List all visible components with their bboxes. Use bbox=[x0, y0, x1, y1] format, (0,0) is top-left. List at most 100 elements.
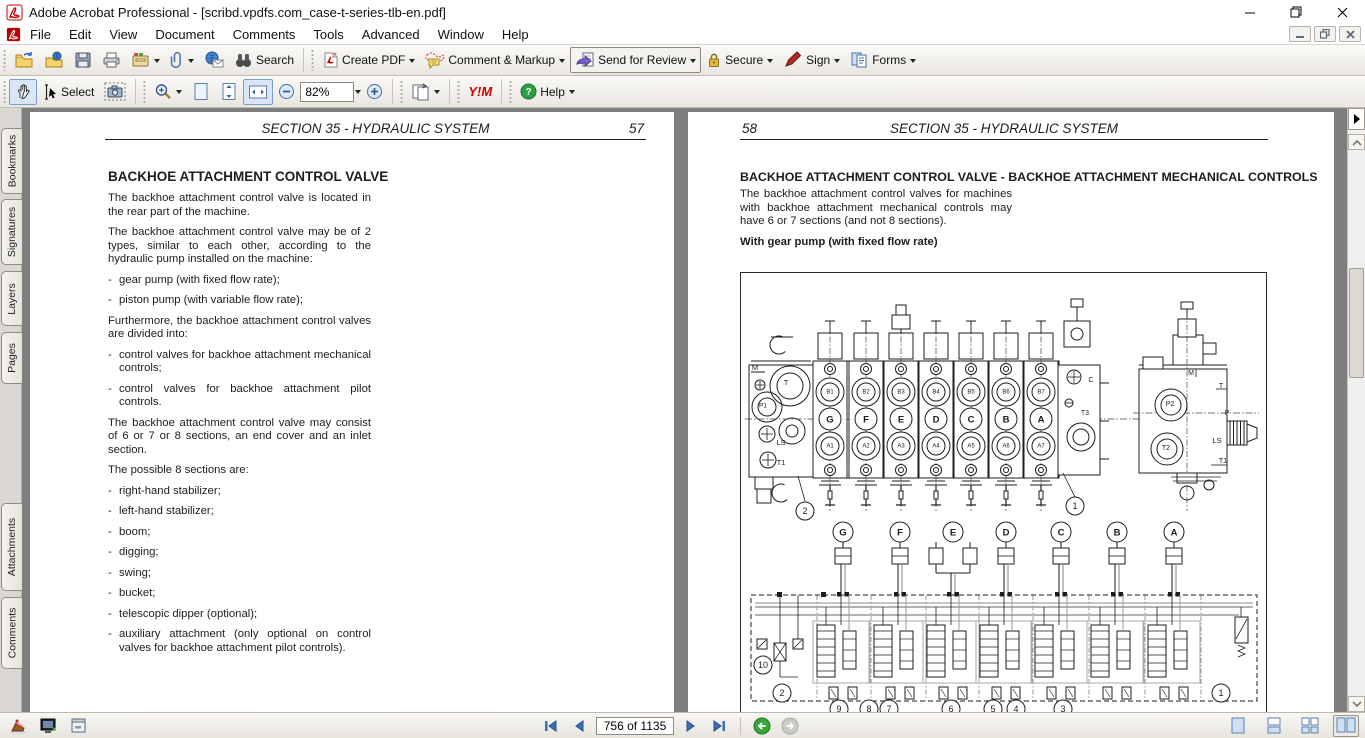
toolbar-grip[interactable] bbox=[456, 80, 461, 103]
facing-button[interactable] bbox=[1333, 715, 1359, 737]
toolbar-grip[interactable] bbox=[142, 80, 147, 103]
snapshot-button[interactable] bbox=[99, 79, 131, 105]
comment-markup-button[interactable]: Comment & Markup bbox=[420, 47, 570, 73]
send-for-review-button[interactable]: Send for Review bbox=[570, 47, 701, 73]
save-button[interactable] bbox=[69, 47, 97, 73]
close-button[interactable] bbox=[1319, 0, 1365, 24]
toolbar-grip[interactable] bbox=[2, 49, 7, 71]
continuous-facing-button[interactable] bbox=[1297, 715, 1323, 737]
menu-item-window[interactable]: Window bbox=[429, 25, 493, 44]
organizer-button[interactable] bbox=[126, 47, 165, 73]
sidebar-tab-bookmarks[interactable]: Bookmarks bbox=[1, 128, 22, 194]
sidebar-tab-label: Pages bbox=[6, 343, 18, 373]
menu-item-view[interactable]: View bbox=[100, 25, 146, 44]
menu-item-file[interactable]: File bbox=[21, 25, 60, 44]
open-button[interactable] bbox=[9, 47, 39, 73]
last-page-button[interactable] bbox=[708, 716, 730, 736]
toolbar-grip[interactable] bbox=[508, 80, 513, 103]
previous-view-button[interactable] bbox=[751, 716, 773, 736]
menu-item-document[interactable]: Document bbox=[146, 25, 223, 44]
print-button[interactable] bbox=[97, 47, 126, 73]
page-display-button[interactable] bbox=[406, 79, 445, 105]
vertical-scrollbar[interactable] bbox=[1347, 108, 1365, 712]
toolbar-grip[interactable] bbox=[310, 49, 315, 71]
camera-icon bbox=[104, 82, 126, 101]
single-page-button[interactable] bbox=[1225, 715, 1251, 737]
sidebar-tab-signatures[interactable]: Signatures bbox=[1, 199, 22, 265]
select-tool-button[interactable]: Select bbox=[37, 79, 99, 105]
help-button[interactable]: ? Help bbox=[515, 79, 580, 105]
doc-close-button[interactable] bbox=[1339, 26, 1361, 42]
sidebar-tab-attachments[interactable]: Attachments bbox=[1, 503, 22, 591]
svg-text:T1: T1 bbox=[777, 458, 786, 467]
sidebar-tab-label: Bookmarks bbox=[6, 135, 18, 188]
window-size-icon[interactable] bbox=[70, 718, 88, 734]
scroll-down-button[interactable] bbox=[1348, 696, 1365, 712]
open-web-button[interactable] bbox=[39, 47, 69, 73]
zoom-in-button[interactable] bbox=[361, 79, 388, 105]
document-window-controls bbox=[1289, 26, 1361, 42]
pdf-page-57[interactable]: SECTION 35 - HYDRAULIC SYSTEM 57 BACKHOE… bbox=[30, 112, 674, 712]
svg-text:A2: A2 bbox=[862, 444, 870, 450]
svg-text:P2: P2 bbox=[1166, 401, 1175, 408]
panel-expand-button[interactable] bbox=[1348, 108, 1365, 130]
create-pdf-button[interactable]: Create PDF bbox=[317, 47, 420, 73]
dropdown-caret bbox=[176, 90, 182, 97]
paperclip-icon bbox=[170, 51, 184, 69]
toolbar-grip[interactable] bbox=[2, 80, 7, 103]
zoom-level-input[interactable] bbox=[300, 82, 354, 102]
minus-circle-icon bbox=[278, 83, 295, 100]
svg-text:T2: T2 bbox=[1162, 445, 1170, 452]
menu-item-advanced[interactable]: Advanced bbox=[353, 25, 429, 44]
zoom-tool-button[interactable] bbox=[149, 79, 187, 105]
search-button[interactable]: Search bbox=[229, 47, 299, 73]
fit-page-button[interactable] bbox=[187, 79, 215, 105]
continuous-button[interactable] bbox=[1261, 715, 1287, 737]
menu-item-tools[interactable]: Tools bbox=[304, 25, 352, 44]
minimize-button[interactable] bbox=[1227, 0, 1273, 24]
scroll-up-button[interactable] bbox=[1348, 134, 1365, 150]
yahoo-search-button[interactable]: Y!M bbox=[463, 79, 497, 105]
page-number-input[interactable] bbox=[596, 717, 674, 735]
hydraulic-valve-diagram: MTP1LST1B1GA1B2FA2B3EA3B4DA4B5CA5B6BA6B7… bbox=[741, 273, 1266, 712]
doc-restore-button[interactable] bbox=[1314, 26, 1336, 42]
article-title: BACKHOE ATTACHMENT CONTROL VALVE bbox=[108, 169, 388, 184]
scrollbar-thumb[interactable] bbox=[1349, 268, 1364, 378]
fit-width-button[interactable] bbox=[243, 79, 273, 105]
email-button[interactable] bbox=[199, 47, 229, 73]
svg-text:T1: T1 bbox=[1219, 458, 1227, 465]
forms-button[interactable]: Forms bbox=[845, 47, 921, 73]
zoom-out-button[interactable] bbox=[273, 79, 300, 105]
donate-cake-icon[interactable] bbox=[8, 717, 28, 735]
screen-mode-icon[interactable] bbox=[40, 718, 58, 734]
sidebar-tab-comments[interactable]: Comments bbox=[1, 597, 22, 669]
secure-button[interactable]: Secure bbox=[701, 47, 778, 73]
document-area: SECTION 35 - HYDRAULIC SYSTEM 57 BACKHOE… bbox=[23, 108, 1347, 712]
sign-button[interactable]: Sign bbox=[778, 47, 845, 73]
svg-text:M: M bbox=[1188, 370, 1194, 377]
separator bbox=[501, 79, 502, 104]
sidebar-tab-layers[interactable]: Layers bbox=[1, 271, 22, 326]
svg-text:B6: B6 bbox=[1002, 390, 1010, 396]
help-icon: ? bbox=[520, 83, 537, 100]
pdf-page-58[interactable]: SECTION 35 - HYDRAULIC SYSTEM 58 BACKHOE… bbox=[688, 112, 1334, 712]
menu-item-edit[interactable]: Edit bbox=[60, 25, 100, 44]
zoom-in-icon bbox=[154, 83, 172, 101]
hand-tool-button[interactable] bbox=[9, 79, 37, 105]
previous-page-button[interactable] bbox=[568, 716, 590, 736]
restore-button[interactable] bbox=[1273, 0, 1319, 24]
menu: FileEditViewDocumentCommentsToolsAdvance… bbox=[21, 25, 538, 44]
toolbar-grip[interactable] bbox=[399, 80, 404, 103]
first-page-button[interactable] bbox=[540, 716, 562, 736]
svg-text:T3: T3 bbox=[1081, 410, 1089, 417]
menu-item-help[interactable]: Help bbox=[493, 25, 538, 44]
fit-height-button[interactable] bbox=[215, 79, 243, 105]
svg-text:4: 4 bbox=[1013, 704, 1018, 712]
list-item: -left-hand stabilizer; bbox=[108, 505, 371, 519]
attach-button[interactable] bbox=[165, 47, 199, 73]
menu-item-comments[interactable]: Comments bbox=[224, 25, 305, 44]
doc-minimize-button[interactable] bbox=[1289, 26, 1311, 42]
sidebar-tab-pages[interactable]: Pages bbox=[1, 332, 22, 384]
next-page-button[interactable] bbox=[680, 716, 702, 736]
next-view-button[interactable] bbox=[779, 716, 801, 736]
